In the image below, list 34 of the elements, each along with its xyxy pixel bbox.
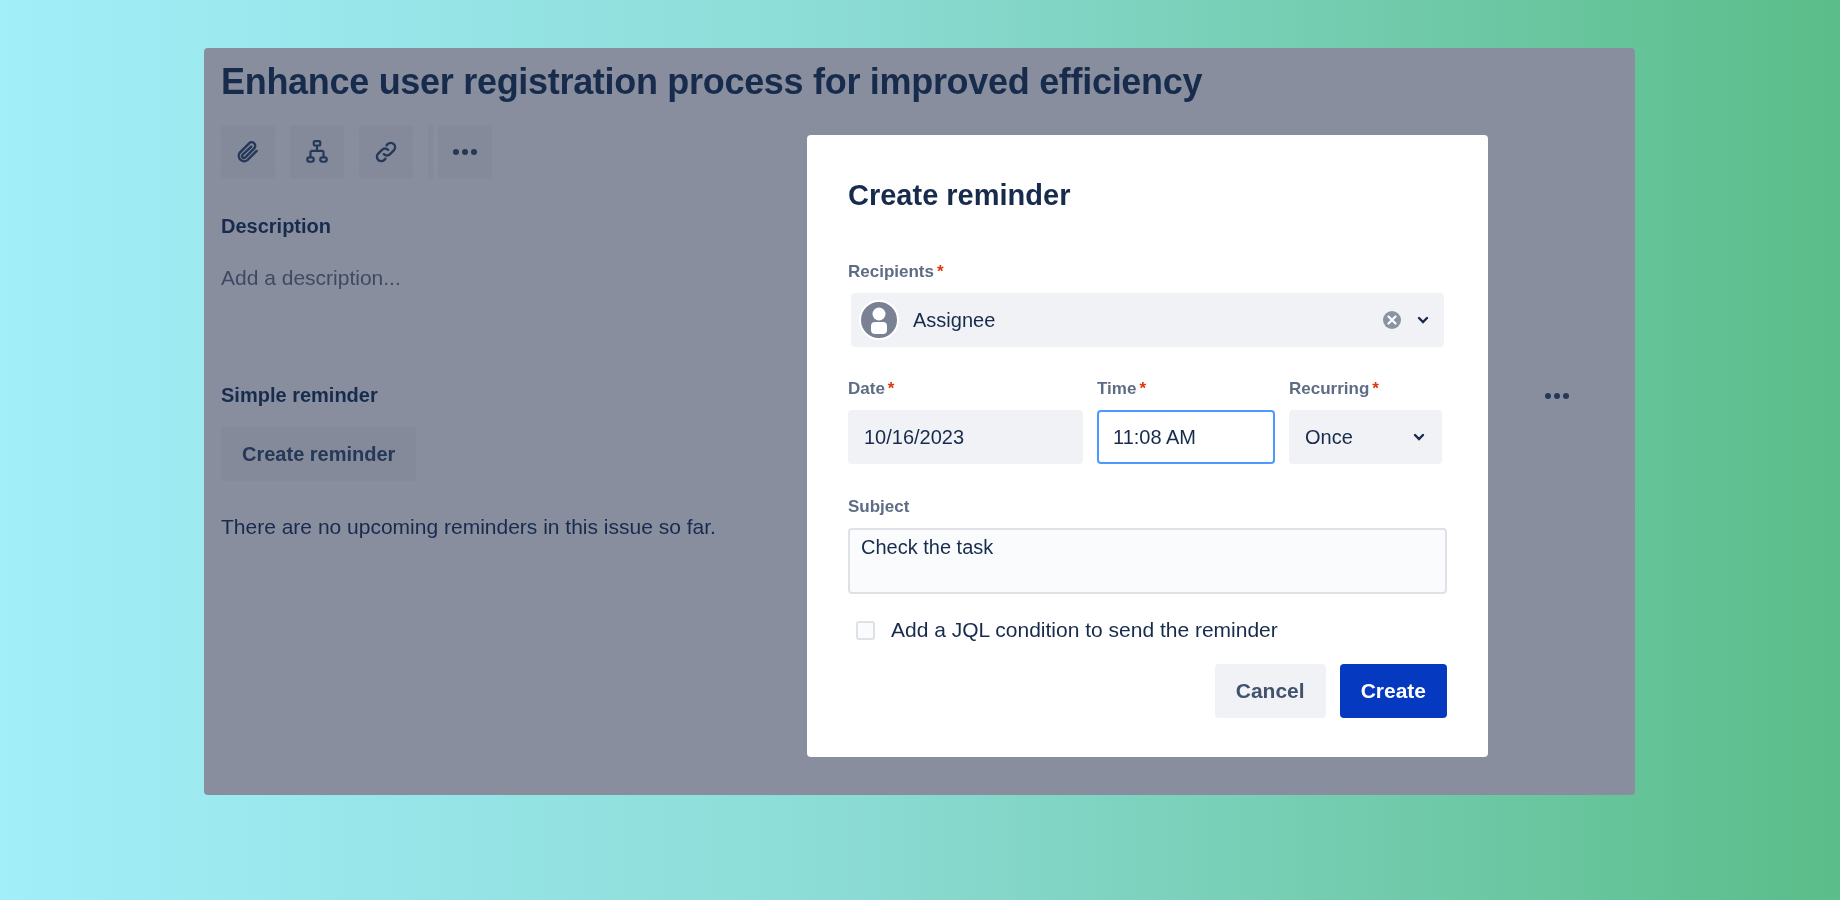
input-field[interactable]: 10/16/2023	[848, 410, 1083, 464]
checkbox-label[interactable]: Add a JQL condition to send the reminder	[891, 618, 1278, 642]
field-label: Recurring *	[1289, 378, 1380, 400]
field-label: Time *	[1097, 378, 1147, 400]
field-label: Subject	[848, 496, 911, 518]
toolbar-button[interactable]	[359, 125, 413, 179]
checkbox[interactable]	[856, 620, 875, 640]
recipients-select[interactable]: Assignee	[851, 293, 1444, 347]
subject-field[interactable]: Check the task	[848, 528, 1447, 594]
hierarchy-icon	[304, 139, 330, 165]
toolbar-button[interactable]	[290, 125, 344, 179]
section-heading: Simple reminder	[221, 384, 378, 407]
cancel-button[interactable]: Cancel	[1214, 664, 1326, 718]
more-icon	[452, 148, 478, 156]
input-field[interactable]: 11:08 AM	[1097, 410, 1275, 464]
section-heading: Description	[221, 215, 333, 238]
chevron-down-icon	[1416, 315, 1430, 325]
avatar-icon	[859, 300, 899, 340]
clear-icon[interactable]	[1382, 310, 1402, 330]
create-button[interactable]: Create	[1339, 664, 1447, 718]
more-icon	[1544, 391, 1570, 400]
empty-message: There are no upcoming reminders in this issue so far.	[221, 515, 716, 539]
field-label: Date *	[848, 378, 896, 400]
field-label: Recipients *	[848, 261, 945, 283]
issue-title: Enhance user registration process for improved efficiency	[221, 60, 1204, 104]
select-value: Once	[1305, 425, 1353, 449]
dialog-title: Create reminder	[848, 178, 1072, 213]
select-field[interactable]: Once	[1289, 410, 1442, 464]
toolbar-button[interactable]	[438, 125, 492, 179]
chevron-down-icon	[1412, 432, 1426, 442]
paperclip-icon	[235, 139, 261, 165]
toolbar-button[interactable]	[221, 125, 275, 179]
link-icon	[373, 139, 399, 165]
select-value: Assignee	[913, 308, 997, 332]
